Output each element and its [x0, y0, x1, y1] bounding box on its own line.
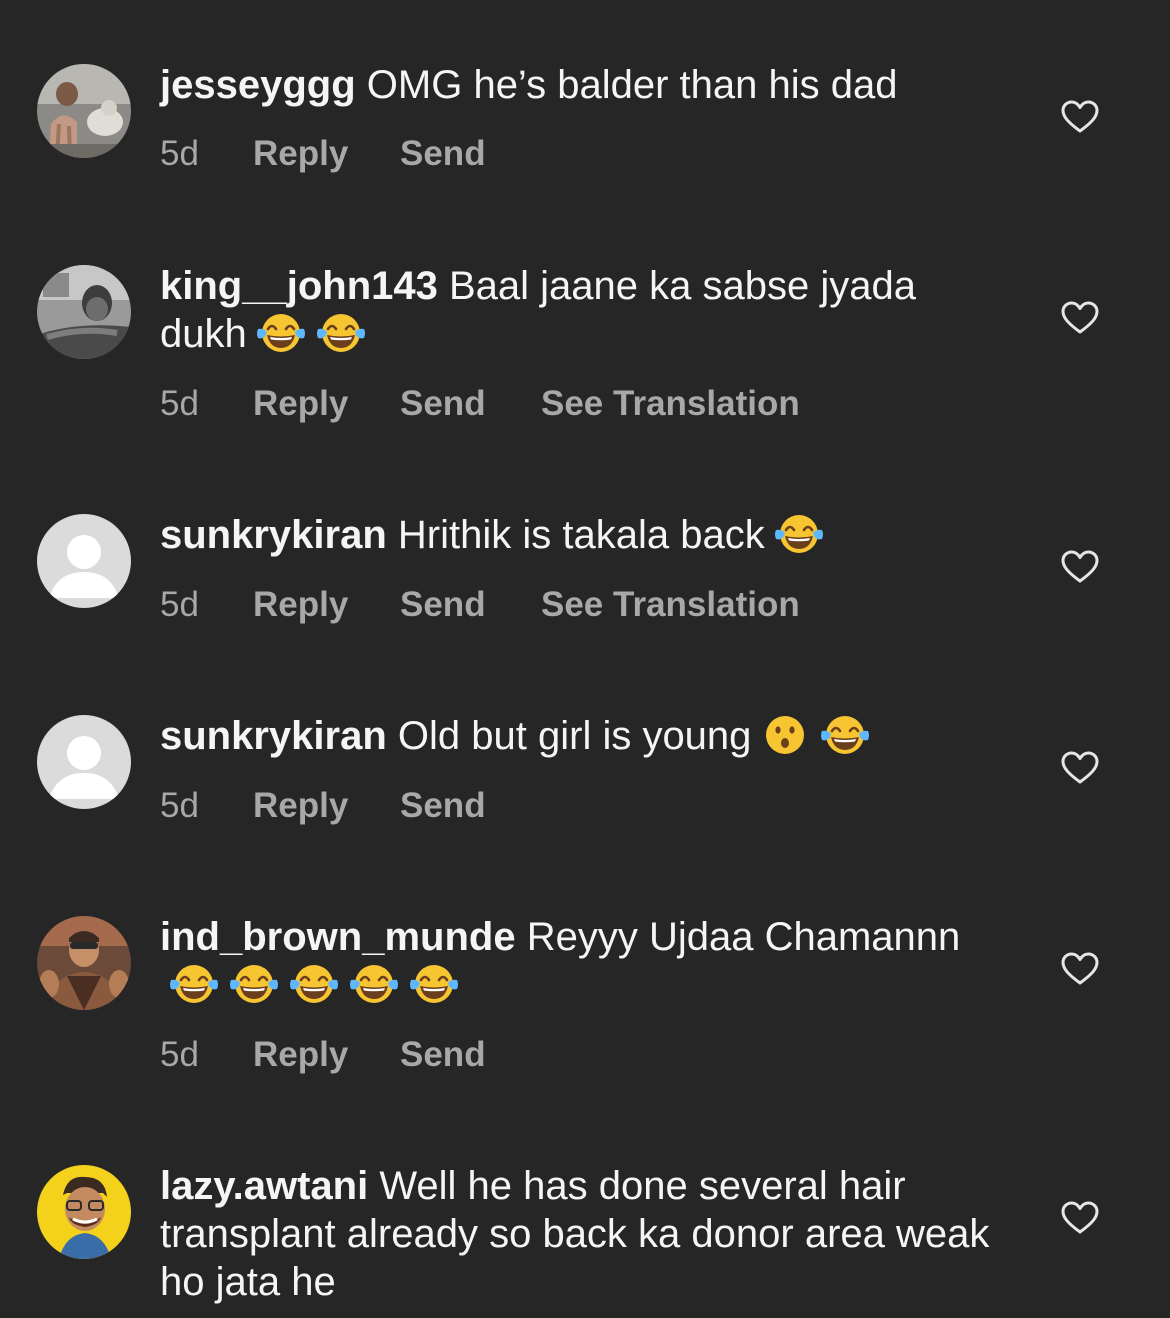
username-link[interactable]: sunkrykiran	[160, 513, 387, 557]
like-heart-icon[interactable]	[1061, 751, 1099, 785]
reply-button[interactable]: Reply	[253, 786, 348, 826]
like-heart-icon[interactable]	[1061, 1201, 1099, 1235]
avatar[interactable]	[37, 1165, 131, 1259]
reply-button[interactable]: Reply	[253, 384, 348, 424]
like-heart-icon[interactable]	[1061, 550, 1099, 584]
username-link[interactable]: king__john143	[160, 264, 438, 308]
comment-text: sunkrykiran Hrithik is takala back	[160, 511, 1010, 559]
laughing-tears-emoji-icon	[168, 962, 220, 1006]
timestamp: 5d	[160, 786, 199, 825]
like-heart-icon[interactable]	[1061, 301, 1099, 335]
comment-body: OMG he’s balder than his dad	[366, 63, 898, 107]
comment-text: sunkrykiran Old but girl is young	[160, 712, 1010, 760]
avatar-default-icon[interactable]	[37, 715, 131, 809]
laughing-tears-emoji-icon	[348, 962, 400, 1006]
comment-text: ind_brown_munde Reyyy Ujdaa Chamannn	[160, 913, 1010, 1009]
timestamp: 5d	[160, 585, 199, 624]
username-link[interactable]: sunkrykiran	[160, 714, 387, 758]
laughing-tears-emoji-icon	[315, 311, 367, 355]
astonished-face-emoji-icon	[759, 713, 811, 757]
timestamp: 5d	[160, 134, 199, 173]
comments-list: jesseyggg OMG he’s balder than his dad 5…	[0, 0, 1170, 1318]
laughing-tears-emoji-icon	[773, 512, 825, 556]
avatar-default-icon[interactable]	[37, 514, 131, 608]
send-button[interactable]: Send	[400, 134, 486, 174]
see-translation-button[interactable]: See Translation	[541, 585, 800, 625]
username-link[interactable]: lazy.awtani	[160, 1164, 368, 1208]
timestamp: 5d	[160, 384, 199, 423]
comment-body: Reyyy Ujdaa Chamannn	[526, 915, 961, 959]
username-link[interactable]: jesseyggg	[160, 63, 356, 107]
laughing-tears-emoji-icon	[288, 962, 340, 1006]
reply-button[interactable]: Reply	[253, 134, 348, 174]
send-button[interactable]: Send	[400, 585, 486, 625]
comment-text: lazy.awtani Well he has done several hai…	[160, 1162, 1010, 1306]
like-heart-icon[interactable]	[1061, 952, 1099, 986]
timestamp: 5d	[160, 1035, 199, 1074]
laughing-tears-emoji-icon	[408, 962, 460, 1006]
comment-body: Old but girl is young	[397, 714, 752, 758]
avatar[interactable]	[37, 916, 131, 1010]
see-translation-button[interactable]: See Translation	[541, 384, 800, 424]
comment-text: jesseyggg OMG he’s balder than his dad	[160, 61, 1010, 109]
laughing-tears-emoji-icon	[228, 962, 280, 1006]
reply-button[interactable]: Reply	[253, 1035, 348, 1075]
like-heart-icon[interactable]	[1061, 100, 1099, 134]
avatar[interactable]	[37, 265, 131, 359]
comment-text: king__john143 Baal jaane ka sabse jyada …	[160, 262, 1010, 358]
send-button[interactable]: Send	[400, 786, 486, 826]
send-button[interactable]: Send	[400, 384, 486, 424]
avatar[interactable]	[37, 64, 131, 158]
username-link[interactable]: ind_brown_munde	[160, 915, 516, 959]
laughing-tears-emoji-icon	[819, 713, 871, 757]
laughing-tears-emoji-icon	[255, 311, 307, 355]
comment-body: Hrithik is takala back	[397, 513, 765, 557]
send-button[interactable]: Send	[400, 1035, 486, 1075]
reply-button[interactable]: Reply	[253, 585, 348, 625]
